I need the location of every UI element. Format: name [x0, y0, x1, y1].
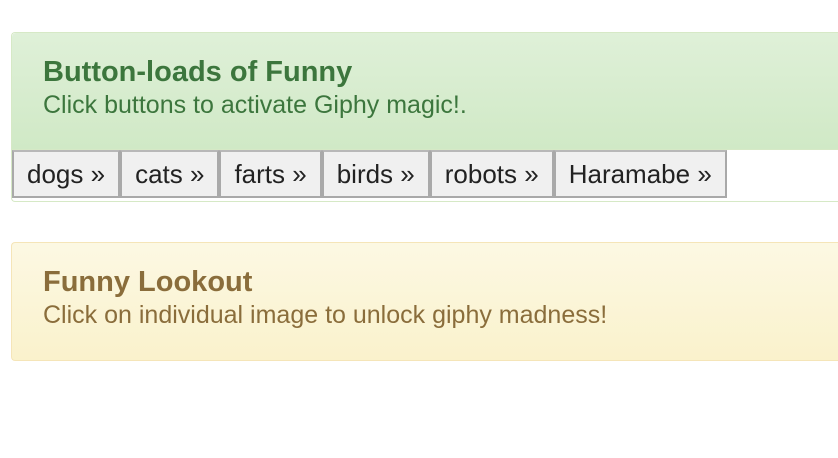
- topic-button-dogs[interactable]: dogs »: [12, 150, 121, 198]
- lookout-panel: Funny Lookout Click on individual image …: [11, 242, 838, 361]
- topics-panel-heading: Button-loads of Funny Click buttons to a…: [12, 33, 838, 150]
- lookout-panel-subtitle: Click on individual image to unlock giph…: [43, 301, 608, 329]
- topic-button-farts[interactable]: farts »: [219, 150, 322, 198]
- lookout-panel-heading: Funny Lookout Click on individual image …: [12, 243, 838, 331]
- topics-panel: Button-loads of Funny Click buttons to a…: [11, 32, 838, 202]
- topics-panel-subtitle: Click buttons to activate Giphy magic!.: [43, 91, 467, 119]
- topic-button-haramabe[interactable]: Haramabe »: [553, 150, 727, 198]
- topic-button-bar: dogs » cats » farts » birds » robots » H…: [12, 150, 838, 198]
- topic-button-robots[interactable]: robots »: [429, 150, 554, 198]
- topic-button-birds[interactable]: birds »: [321, 150, 430, 198]
- lookout-panel-title: Funny Lookout: [43, 266, 253, 298]
- topics-panel-title: Button-loads of Funny: [43, 56, 353, 88]
- topic-button-cats[interactable]: cats »: [120, 150, 220, 198]
